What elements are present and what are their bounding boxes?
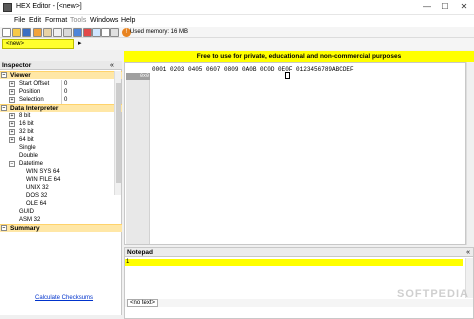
cut-icon[interactable] bbox=[43, 28, 52, 37]
collapse-notepad-icon[interactable]: « bbox=[466, 248, 470, 257]
minimize-button[interactable]: — bbox=[421, 1, 433, 13]
expand-icon[interactable]: − bbox=[9, 161, 15, 167]
expand-icon[interactable]: + bbox=[9, 137, 15, 143]
notepad-title: Notepad bbox=[125, 248, 473, 257]
row-selection[interactable]: + Selection 0 bbox=[0, 96, 114, 104]
row-asm-32[interactable]: ASM 32 bbox=[0, 216, 114, 224]
expand-icon[interactable]: + bbox=[9, 129, 15, 135]
expand-icon[interactable]: + bbox=[9, 81, 15, 87]
notepad-status-text: <no text> bbox=[127, 299, 159, 307]
collapse-icon[interactable]: − bbox=[1, 72, 7, 79]
row-position[interactable]: + Position 0 bbox=[0, 88, 114, 96]
hex-column-ruler: 0001 0203 0405 0607 0809 0A0B 0C0D 0E0F … bbox=[152, 66, 354, 73]
scrollbar-thumb[interactable] bbox=[116, 83, 121, 183]
title-bar: HEX Editor - [<new>] — ☐ ✕ bbox=[0, 0, 474, 15]
text-cursor bbox=[285, 72, 290, 79]
open-icon[interactable] bbox=[12, 28, 21, 37]
memory-status: ! Used memory: 16 MB bbox=[122, 28, 474, 37]
row-8-bit[interactable]: +8 bit bbox=[0, 112, 114, 120]
section-summary[interactable]: − Summary bbox=[0, 224, 122, 232]
row-dos-32[interactable]: DOS 32 bbox=[0, 192, 114, 200]
row-unix-32[interactable]: UNIX 32 bbox=[0, 184, 114, 192]
document-tab-row: <new> ▸ bbox=[0, 38, 474, 50]
hex-scrollbar[interactable] bbox=[466, 62, 474, 245]
window-title: HEX Editor - [<new>] bbox=[16, 3, 82, 10]
row-32-bit[interactable]: +32 bit bbox=[0, 128, 114, 136]
menu-windows[interactable]: Windows bbox=[90, 17, 118, 24]
calculate-checksums-link[interactable]: Calculate Checksums bbox=[35, 295, 93, 301]
expand-icon[interactable]: + bbox=[9, 113, 15, 119]
close-button[interactable]: ✕ bbox=[458, 1, 470, 13]
expand-icon[interactable]: + bbox=[9, 121, 15, 127]
copy-icon[interactable] bbox=[53, 28, 62, 37]
section-viewer[interactable]: − Viewer bbox=[0, 71, 122, 79]
new-icon[interactable] bbox=[2, 28, 11, 37]
menu-help[interactable]: Help bbox=[121, 17, 135, 24]
row-double[interactable]: Double bbox=[0, 152, 114, 160]
hex-view[interactable]: 0x0 0001 0203 0405 0607 0809 0A0B 0C0D 0… bbox=[124, 62, 466, 245]
maximize-button[interactable]: ☐ bbox=[439, 1, 451, 13]
row-win-sys-64[interactable]: WIN SYS 64 bbox=[0, 168, 114, 176]
memory-text: Used memory: 16 MB bbox=[130, 29, 189, 35]
menu-edit[interactable]: Edit bbox=[29, 17, 41, 24]
notepad-status-bar: <no text> bbox=[125, 299, 473, 307]
app-icon bbox=[3, 3, 12, 12]
section-data-interpreter[interactable]: − Data Interpreter bbox=[0, 104, 122, 112]
notepad-panel: Notepad « 1 <no text> bbox=[124, 247, 474, 319]
expand-icon[interactable]: + bbox=[9, 89, 15, 95]
row-64-bit[interactable]: +64 bit bbox=[0, 136, 114, 144]
expand-icon[interactable]: + bbox=[9, 97, 15, 103]
find-icon[interactable] bbox=[92, 28, 101, 37]
row-16-bit[interactable]: +16 bit bbox=[0, 120, 114, 128]
collapse-icon[interactable]: − bbox=[1, 105, 7, 112]
save-icon[interactable] bbox=[22, 28, 31, 37]
row-ole-64[interactable]: OLE 64 bbox=[0, 200, 114, 208]
print-icon[interactable] bbox=[33, 28, 42, 37]
row-datetime[interactable]: − Datetime bbox=[0, 160, 114, 168]
menu-tools[interactable]: Tools bbox=[70, 17, 86, 24]
row-single[interactable]: Single bbox=[0, 144, 114, 152]
notepad-line[interactable]: 1 bbox=[125, 259, 463, 266]
watermark: SOFTPEDIA bbox=[397, 288, 469, 300]
goto-icon[interactable] bbox=[101, 28, 110, 37]
inspector-title: Inspector bbox=[0, 61, 122, 70]
line-number: 1 bbox=[126, 259, 130, 265]
inspector-panel: Inspector « − Viewer + Start Offset 0 + Posi… bbox=[0, 61, 122, 315]
redo-icon[interactable] bbox=[83, 28, 92, 37]
tab-new-document[interactable]: <new> bbox=[2, 39, 74, 49]
compare-icon[interactable] bbox=[110, 28, 119, 37]
license-banner: Free to use for private, educational and… bbox=[124, 51, 474, 62]
row-start-offset[interactable]: + Start Offset 0 bbox=[0, 80, 114, 88]
menu-bar: File Edit Format Tools Windows Help bbox=[0, 15, 474, 27]
menu-format[interactable]: Format bbox=[45, 17, 67, 24]
collapse-icon[interactable]: − bbox=[1, 225, 7, 232]
row-win-file-64[interactable]: WIN FILE 64 bbox=[0, 176, 114, 184]
collapse-inspector-icon[interactable]: « bbox=[110, 61, 114, 70]
paste-icon[interactable] bbox=[63, 28, 72, 37]
offset-column bbox=[126, 80, 150, 244]
menu-file[interactable]: File bbox=[14, 17, 25, 24]
row-guid[interactable]: GUID bbox=[0, 208, 114, 216]
tab-scroll-arrow-icon[interactable]: ▸ bbox=[78, 40, 85, 48]
offset-cell: 0x0 bbox=[126, 73, 150, 80]
undo-icon[interactable] bbox=[73, 28, 82, 37]
inspector-scrollbar[interactable] bbox=[114, 71, 121, 195]
